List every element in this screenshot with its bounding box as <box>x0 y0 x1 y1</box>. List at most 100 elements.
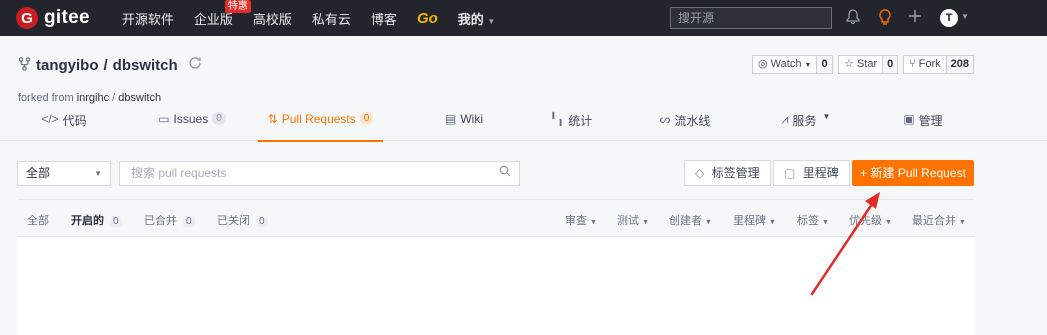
status-all[interactable]: 全部 <box>27 212 49 228</box>
nav-mine[interactable]: 我的 ▼ <box>458 9 496 28</box>
tab-wiki[interactable]: ▤ Wiki <box>444 112 484 142</box>
nav-education[interactable]: 高校版 <box>253 9 292 28</box>
nav-blog[interactable]: 博客 <box>371 9 397 28</box>
repo-name-link[interactable]: dbswitch <box>113 57 178 74</box>
watch-button[interactable]: ◎ Watch ▼ <box>753 56 818 73</box>
filter-priority-label: 优先级 <box>849 215 882 227</box>
filter-review[interactable]: 审查 ▼ <box>565 212 597 228</box>
filter-milestone[interactable]: 里程碑 ▼ <box>733 212 776 228</box>
avatar-chevron-down-icon[interactable]: ▼ <box>961 12 969 21</box>
filter-milestone-label: 里程碑 <box>733 215 766 227</box>
star-label: Star <box>856 58 878 70</box>
nav-enterprise[interactable]: 企业版 特惠 <box>193 0 251 28</box>
bell-icon[interactable] <box>844 9 862 27</box>
nav-open-source[interactable]: 开源软件 <box>122 9 174 28</box>
sync-icon[interactable] <box>187 55 203 76</box>
forked-owner-link[interactable]: inrgihc <box>77 92 109 104</box>
nav-enterprise-label: 企业版 <box>193 11 233 27</box>
avatar[interactable]: T <box>940 9 958 27</box>
tab-manage[interactable]: ▣ 管理 <box>903 112 943 142</box>
milestone-icon: ▢ <box>784 166 796 180</box>
tab-issues-label: Issues <box>173 112 209 126</box>
status-closed[interactable]: 已关闭 0 <box>217 212 268 228</box>
repo-title: tangyibo / dbswitch <box>18 55 203 76</box>
filter-test[interactable]: 测试 ▼ <box>617 212 649 228</box>
bar-chart-icon: ╹╻ <box>549 112 565 126</box>
labels-manage-label: 标签管理 <box>711 166 760 180</box>
star-button-group[interactable]: ☆ Star 0 <box>838 55 899 74</box>
search-icon[interactable] <box>499 162 511 185</box>
tab-manage-label: 管理 <box>918 114 943 128</box>
tab-pipeline[interactable]: ᔕ 流水线 <box>660 112 711 142</box>
repo-path-separator: / <box>103 57 108 74</box>
filter-test-label: 测试 <box>617 215 639 227</box>
tab-stats-label: 统计 <box>568 114 593 128</box>
milestone-button[interactable]: ▢ 里程碑 <box>773 160 850 186</box>
lightbulb-icon[interactable] <box>876 9 894 27</box>
forked-prefix: forked from <box>18 92 77 104</box>
status-open[interactable]: 开启的 0 <box>71 212 122 228</box>
watch-button-group[interactable]: ◎ Watch ▼ 0 <box>752 55 833 74</box>
pr-scope-value: 全部 <box>26 166 51 180</box>
fork-button-group[interactable]: ⑂ Fork 208 <box>903 55 975 74</box>
tab-issues[interactable]: ▭ Issues 0 <box>158 112 226 142</box>
new-pull-request-button[interactable]: + 新建 Pull Request <box>852 160 974 186</box>
plus-icon[interactable] <box>906 9 924 27</box>
forked-repo-link[interactable]: dbswitch <box>118 92 161 104</box>
tab-code[interactable]: </> 代码 <box>38 112 90 142</box>
promo-badge: 特惠 <box>224 0 251 13</box>
nav-mine-label: 我的 <box>457 11 484 27</box>
tab-wiki-label: Wiki <box>460 112 483 126</box>
pull-request-icon: ⇅ <box>267 112 278 126</box>
tab-services[interactable]: ⩘ 服务 ▼ <box>780 112 832 142</box>
fork-button[interactable]: ⑂ Fork <box>904 56 947 73</box>
fork-count[interactable]: 208 <box>946 56 974 73</box>
chevron-down-icon: ▼ <box>822 112 831 121</box>
pr-status-filter-row: 全部 开启的 0 已合并 0 已关闭 0 审查 ▼ 测试 ▼ 创建者 ▼ 里程碑 ▼ 标签 ▼ … <box>17 199 975 237</box>
star-count[interactable]: 0 <box>883 56 898 73</box>
repo-tabs: </> 代码 ▭ Issues 0 ⇅ Pull Requests 0 ▤ Wi… <box>0 112 1047 142</box>
status-merged-count: 0 <box>183 216 195 227</box>
labels-manage-button[interactable]: ◇ 标签管理 <box>684 160 771 186</box>
gitee-logo[interactable]: G gitee <box>16 7 90 29</box>
watch-count[interactable]: 0 <box>817 56 832 73</box>
filter-priority[interactable]: 优先级 ▼ <box>849 212 892 228</box>
pr-list-empty <box>17 238 975 335</box>
pr-search-input[interactable]: 搜索 pull requests <box>119 161 520 186</box>
tab-issues-count: 0 <box>212 112 226 125</box>
fork-small-icon: ⑂ <box>909 58 916 70</box>
chevron-down-icon: ▼ <box>705 219 712 226</box>
status-open-label: 开启的 <box>71 215 104 227</box>
status-closed-count: 0 <box>256 216 268 227</box>
tab-pull-requests-count: 0 <box>359 112 374 125</box>
tab-pipeline-label: 流水线 <box>674 114 711 128</box>
tab-code-label: 代码 <box>62 114 87 128</box>
global-search-input[interactable]: 搜开源 <box>670 7 832 29</box>
filter-recent-merge[interactable]: 最近合并 ▼ <box>912 212 966 228</box>
nav-private-cloud[interactable]: 私有云 <box>312 9 351 28</box>
chevron-down-icon: ▼ <box>642 219 649 226</box>
chevron-down-icon: ▼ <box>822 219 829 226</box>
tab-pull-requests-label: Pull Requests <box>281 112 356 126</box>
chevron-down-icon: ▼ <box>487 16 496 26</box>
top-navbar: G gitee 开源软件 企业版 特惠 高校版 私有云 博客 Go 我的 ▼ 搜… <box>0 0 1047 36</box>
filter-review-label: 审查 <box>565 215 587 227</box>
repo-owner-link[interactable]: tangyibo <box>36 57 99 74</box>
gitee-logo-text: gitee <box>44 7 90 28</box>
chevron-down-icon: ▼ <box>769 219 776 226</box>
chevron-down-icon: ▼ <box>590 219 597 226</box>
status-open-count: 0 <box>110 216 122 227</box>
tab-pull-requests[interactable]: ⇅ Pull Requests 0 <box>258 112 383 142</box>
star-button[interactable]: ☆ Star <box>839 56 884 73</box>
filter-labels[interactable]: 标签 ▼ <box>797 212 829 228</box>
tab-services-label: 服务 <box>792 114 817 128</box>
tab-stats[interactable]: ╹╻ 统计 <box>549 112 593 142</box>
status-merged[interactable]: 已合并 0 <box>144 212 195 228</box>
filter-author-label: 创建者 <box>669 215 702 227</box>
status-closed-label: 已关闭 <box>217 215 250 227</box>
manage-icon: ▣ <box>903 112 915 126</box>
nav-go[interactable]: Go <box>417 10 438 27</box>
filter-author[interactable]: 创建者 ▼ <box>669 212 712 228</box>
filter-recent-merge-label: 最近合并 <box>912 215 956 227</box>
pr-scope-select[interactable]: 全部 ▼ <box>17 161 111 186</box>
